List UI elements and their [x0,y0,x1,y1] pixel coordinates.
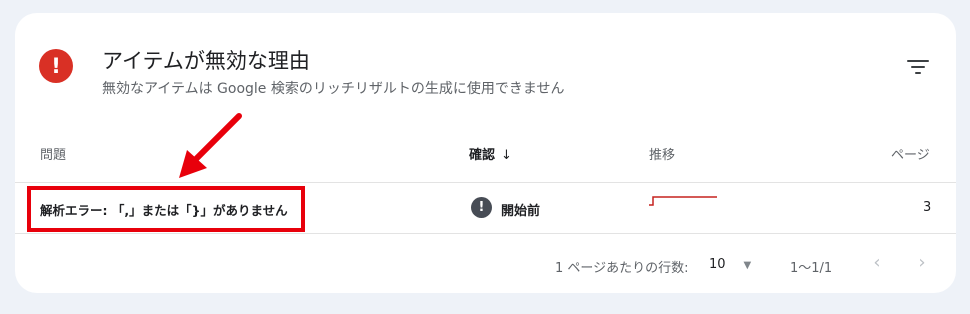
column-header-pages[interactable]: ページ [891,144,930,163]
column-header-issue[interactable]: 問題 [40,144,66,163]
column-header-verification[interactable]: 確認 ↓ [469,144,512,163]
pagination-range: 1〜1/1 [790,261,833,276]
card-subtitle: 無効なアイテムは Google 検索のリッチリザルトの生成に使用できません [102,81,565,97]
status-alert-icon: ! [471,197,492,218]
issue-card: ! アイテムが無効な理由 無効なアイテムは Google 検索のリッチリザルトの… [15,13,956,293]
error-icon: ! [39,49,73,83]
chevron-left-icon[interactable]: ‹ [865,251,889,275]
validation-status: 開始前 [501,204,541,219]
table-row[interactable]: 解析エラー: 「,」または「}」がありません ! 開始前 3 [15,183,956,233]
card-title: アイテムが無効な理由 [102,49,310,73]
sort-down-arrow-icon: ↓ [501,148,512,163]
chevron-right-icon[interactable]: › [910,251,934,275]
annotation-arrow [179,113,242,178]
column-header-verification-label: 確認 [469,148,496,163]
rows-per-page-label: 1 ページあたりの行数: [555,261,689,276]
filter-icon[interactable] [907,59,929,75]
rows-per-page-select[interactable]: 10 ▼ [709,257,751,272]
column-header-trend: 推移 [649,148,676,163]
row-divider [15,233,956,234]
dropdown-caret-icon: ▼ [743,260,752,271]
highlight-box [27,186,305,232]
trend-sparkline [649,196,717,206]
rows-per-page-value: 10 [709,257,726,272]
affected-pages-count: 3 [923,200,932,215]
